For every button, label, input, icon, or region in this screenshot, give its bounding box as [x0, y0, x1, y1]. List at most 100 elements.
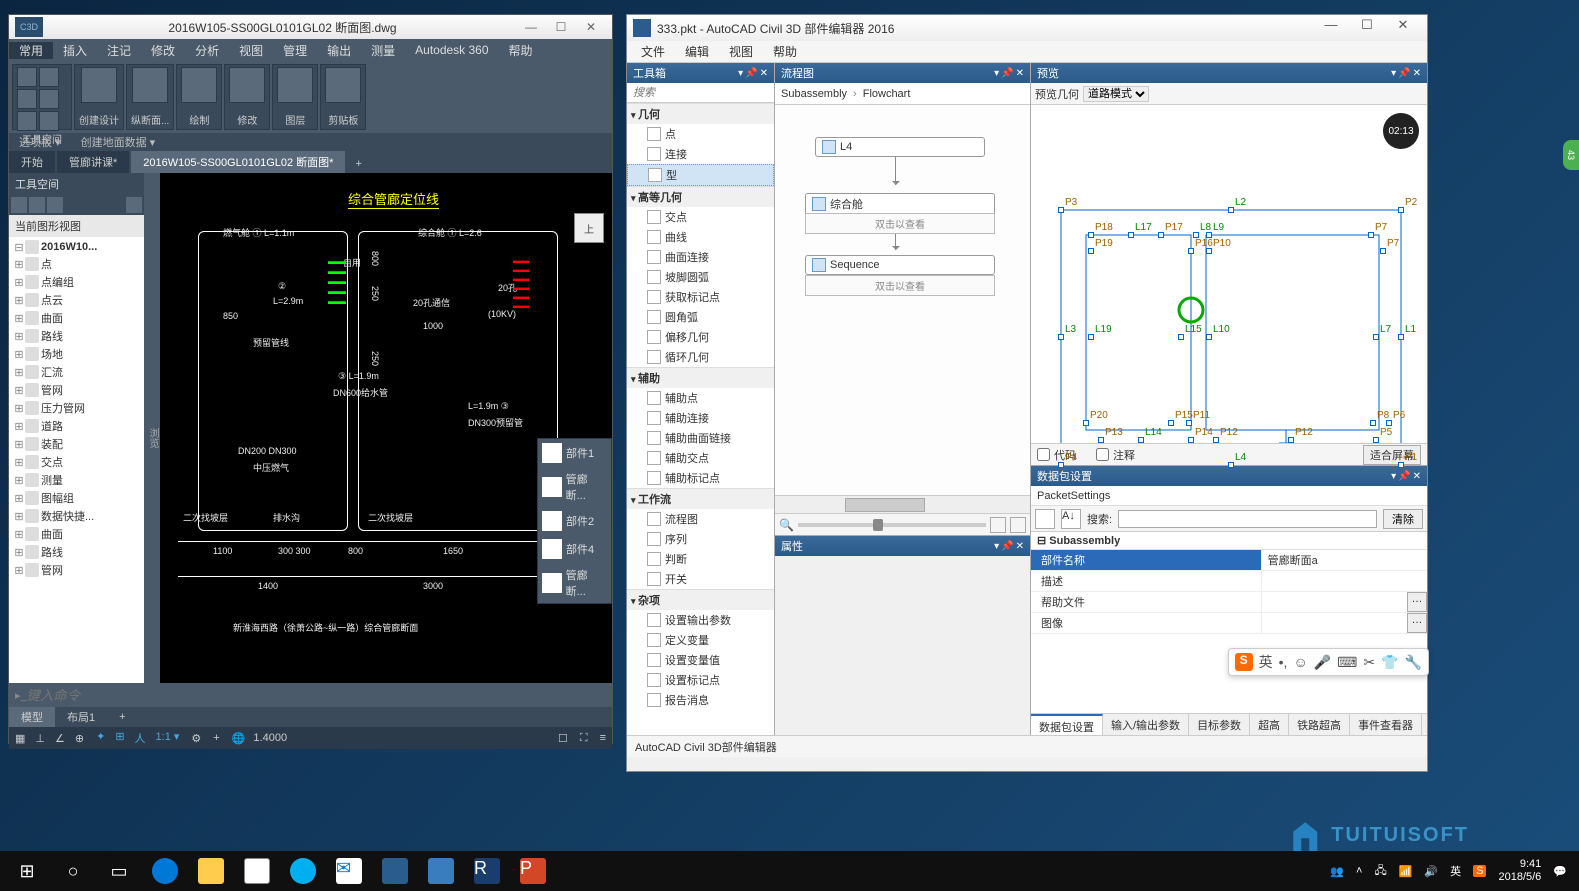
ribbon-group[interactable]: 图层	[272, 64, 318, 130]
maximize-button[interactable]: ☐	[546, 20, 576, 34]
sogou-icon[interactable]: S	[1235, 653, 1253, 671]
packet-tab[interactable]: 铁路超高	[1289, 714, 1350, 735]
explorer-app[interactable]	[188, 851, 234, 891]
tool-btn[interactable]	[990, 517, 1006, 533]
breadcrumb-item[interactable]: Flowchart	[863, 88, 911, 100]
pin-icon[interactable]: 📌	[745, 68, 757, 79]
packet-tab[interactable]: 事件查看器	[1350, 714, 1422, 735]
packet-tab[interactable]: 目标参数	[1189, 714, 1250, 735]
pkt-sort-btn[interactable]: A↓	[1061, 509, 1081, 529]
panel-header[interactable]: 流程图▾📌✕	[775, 63, 1030, 83]
browse-button[interactable]: …	[1407, 592, 1427, 612]
tree-item[interactable]: ⊞点编组	[11, 273, 142, 291]
ribbon-group[interactable]: 创建设计	[74, 64, 124, 130]
palette-item[interactable]: 部件4	[538, 535, 611, 563]
ime-btn[interactable]: 👕	[1381, 654, 1398, 671]
toolbox-item[interactable]: 曲面连接	[627, 247, 774, 267]
tool-palette[interactable]: 部件1 管廊断... 部件2 部件4 管廊断...	[537, 438, 612, 604]
clear-button[interactable]: 清除	[1383, 509, 1423, 529]
close-panel-icon[interactable]: ✕	[760, 68, 768, 79]
grid-group[interactable]: Subassembly	[1031, 532, 1427, 550]
pkt-tool-btn[interactable]	[1035, 509, 1055, 529]
tray-up-icon[interactable]: ˄	[1356, 865, 1362, 877]
flow-node[interactable]: 综合舱	[805, 193, 995, 215]
ribbon-tab[interactable]: 注记	[97, 42, 141, 59]
toolbox-item[interactable]: 交点	[627, 207, 774, 227]
menu-item[interactable]: 帮助	[763, 43, 807, 60]
status-btn[interactable]: 1:1 ▾	[152, 730, 184, 746]
dropdown[interactable]: 创建地面数据 ▾	[71, 134, 166, 150]
ribbon-group[interactable]: 工具空间	[12, 64, 72, 130]
side-badge[interactable]: 43	[1563, 140, 1579, 170]
tree-item[interactable]: ⊞管网	[11, 561, 142, 579]
ribbon-tab[interactable]: 测量	[361, 42, 405, 59]
toolbox-item[interactable]: 辅助曲面链接	[627, 428, 774, 448]
toolbox-item[interactable]: 点	[627, 124, 774, 144]
ribbon-tab[interactable]: 常用	[9, 42, 53, 59]
network-icon[interactable]: 🖧	[1374, 862, 1386, 881]
toolbox-item[interactable]: 辅助点	[627, 388, 774, 408]
ribbon-tab[interactable]: 帮助	[499, 42, 543, 59]
ribbon-tab[interactable]: Autodesk 360	[405, 43, 498, 57]
ribbon-group[interactable]: 修改	[224, 64, 270, 130]
ribbon-group[interactable]: 纵断面...	[126, 64, 174, 130]
toolbox-category[interactable]: 杂项	[627, 589, 774, 610]
tree-item[interactable]: ⊞场地	[11, 345, 142, 363]
panel-header[interactable]: 工具箱▾📌✕	[627, 63, 774, 83]
sac-app[interactable]	[418, 851, 464, 891]
mail-app[interactable]: ✉	[326, 851, 372, 891]
toolbox-item[interactable]: 获取标记点	[627, 287, 774, 307]
palette-item[interactable]: 部件2	[538, 507, 611, 535]
cortana-button[interactable]: ○	[50, 851, 96, 891]
status-btn[interactable]: ∠	[51, 732, 69, 745]
flow-node-sub[interactable]: 双击以查看	[805, 213, 995, 234]
add-tab-button[interactable]: +	[347, 155, 369, 173]
cad-drawing-area[interactable]: 上 综合管廊定位线 燃气舱 ① L=1.1m 综合舱 ① L=2.6 自用 L=…	[160, 173, 612, 683]
toolbox-search[interactable]	[627, 83, 774, 103]
file-tab[interactable]: 2016W105-SS00GL0101GL02 断面图*	[131, 151, 345, 173]
sogou-tray-icon[interactable]: S	[1473, 865, 1486, 877]
tree-item[interactable]: ⊞装配	[11, 435, 142, 453]
toolbox-item[interactable]: 曲线	[627, 227, 774, 247]
toolbox-category[interactable]: 辅助	[627, 367, 774, 388]
maximize-button[interactable]: ☐	[1349, 17, 1385, 39]
store-app[interactable]	[234, 851, 280, 891]
taskview-button[interactable]: ▭	[96, 851, 142, 891]
status-btn[interactable]: ☐	[554, 732, 572, 745]
toolspace-tree[interactable]: ⊟2016W10... ⊞点⊞点编组⊞点云⊞曲面⊞路线⊞场地⊞汇流⊞管网⊞压力管…	[9, 237, 144, 683]
toolbox-item[interactable]: 开关	[627, 569, 774, 589]
preview-mode-select[interactable]: 道路模式	[1083, 86, 1149, 102]
ribbon-tab[interactable]: 管理	[273, 42, 317, 59]
status-btn[interactable]: 🌐	[228, 732, 250, 745]
tree-item[interactable]: ⊞压力管网	[11, 399, 142, 417]
panel-header[interactable]: 预览▾📌✕	[1031, 63, 1427, 83]
system-tray[interactable]: 👥 ˄ 🖧 📶 🔊 英 S 9:41 2018/5/6 💬	[1322, 858, 1575, 884]
keyboard-icon[interactable]: ⌨	[1337, 654, 1357, 671]
toolbox-item[interactable]: 判断	[627, 549, 774, 569]
powerpoint-app[interactable]: P	[510, 851, 556, 891]
civil3d-app[interactable]	[372, 851, 418, 891]
ime-lang[interactable]: 英	[1259, 652, 1273, 672]
dropdown-icon[interactable]: ▾	[738, 68, 743, 79]
status-btn[interactable]: 人	[131, 730, 150, 746]
search-input[interactable]	[627, 83, 774, 102]
browse-button[interactable]: …	[1407, 613, 1427, 633]
toolbox-item[interactable]: 辅助交点	[627, 448, 774, 468]
view-selector[interactable]: 当前图形视图	[9, 215, 144, 237]
annotation-checkbox[interactable]: 注释	[1096, 447, 1135, 463]
status-btn[interactable]: ✦	[92, 730, 109, 746]
command-line[interactable]: ▸_	[9, 683, 612, 707]
toolbox-tree[interactable]: 几何点连接型高等几何交点曲线曲面连接坡脚圆弧获取标记点圆角弧偏移几何循环几何辅助…	[627, 103, 774, 735]
packet-tab[interactable]: 输入/输出参数	[1103, 714, 1189, 735]
packet-grid[interactable]: Subassembly 部件名称管廊断面a描述帮助文件…图像…	[1031, 532, 1427, 713]
ribbon-group[interactable]: 绘制	[176, 64, 222, 130]
toolbox-item[interactable]: 循环几何	[627, 347, 774, 367]
zoom-slider[interactable]	[798, 523, 986, 527]
status-btn[interactable]: ⊞	[111, 730, 128, 746]
toolbox-item[interactable]: 定义变量	[627, 630, 774, 650]
edge-app[interactable]	[142, 851, 188, 891]
clock[interactable]: 9:41 2018/5/6	[1498, 858, 1541, 884]
toolbox-item[interactable]: 坡脚圆弧	[627, 267, 774, 287]
ribbon-tab[interactable]: 输出	[317, 42, 361, 59]
ime-btn[interactable]: ✂	[1363, 654, 1375, 671]
